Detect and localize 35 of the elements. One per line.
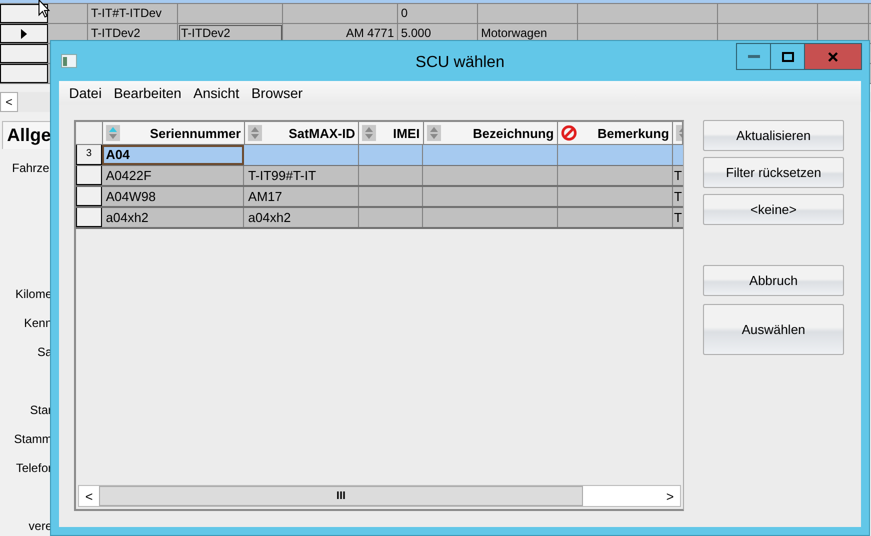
menu-item[interactable]: Browser	[245, 85, 309, 101]
menu-item[interactable]: Datei	[63, 85, 108, 101]
scroll-left-button[interactable]: <	[0, 92, 18, 112]
table-cell: T-IT99#T-IT	[244, 166, 359, 185]
table-cell: T-IT#T-ITDev	[88, 4, 178, 23]
column-header[interactable]: Bezeichnung	[424, 122, 558, 144]
table-cell: 0	[398, 4, 478, 23]
table-cell-text: T	[673, 188, 683, 206]
dialog-button[interactable]: Filter rücksetzen	[703, 157, 844, 188]
table-cell: A04W98	[102, 187, 244, 206]
field-label: Kilome	[15, 286, 52, 300]
field-label: Telefor	[16, 460, 52, 474]
dialog-button[interactable]: <keine>	[703, 194, 844, 225]
menu-item[interactable]: Bearbeiten	[108, 85, 188, 101]
horizontal-scrollbar[interactable]: < III >	[78, 485, 681, 507]
field-label: Star	[30, 402, 52, 416]
dialog-button[interactable]: Aktualisieren	[703, 120, 844, 151]
dialog-button[interactable]: Auswählen	[703, 304, 844, 355]
table-cell: a04xh2	[244, 208, 359, 227]
table-cell: AM17	[244, 187, 359, 206]
column-header[interactable]: Bemerkung	[558, 122, 674, 144]
table-cell: a04xh2	[102, 208, 244, 227]
table-cell-text: T	[673, 209, 683, 227]
column-header[interactable]: SatMAX-ID	[244, 122, 360, 144]
column-header[interactable]: Seriennummer	[102, 122, 245, 144]
scroll-thumb[interactable]: III	[99, 486, 583, 506]
table-cell: A04	[102, 145, 244, 165]
row-header[interactable]: 3	[76, 145, 102, 165]
menu-item[interactable]: Ansicht	[187, 85, 246, 101]
table-cell: A0422F	[102, 166, 244, 185]
dialog-button[interactable]: Abbruch	[703, 265, 844, 296]
table-cell-text: T	[673, 167, 683, 185]
column-header[interactable]: IMEI	[359, 122, 424, 144]
group-label: Fahrze	[11, 161, 50, 175]
window-title: SCU wählen	[416, 54, 504, 72]
